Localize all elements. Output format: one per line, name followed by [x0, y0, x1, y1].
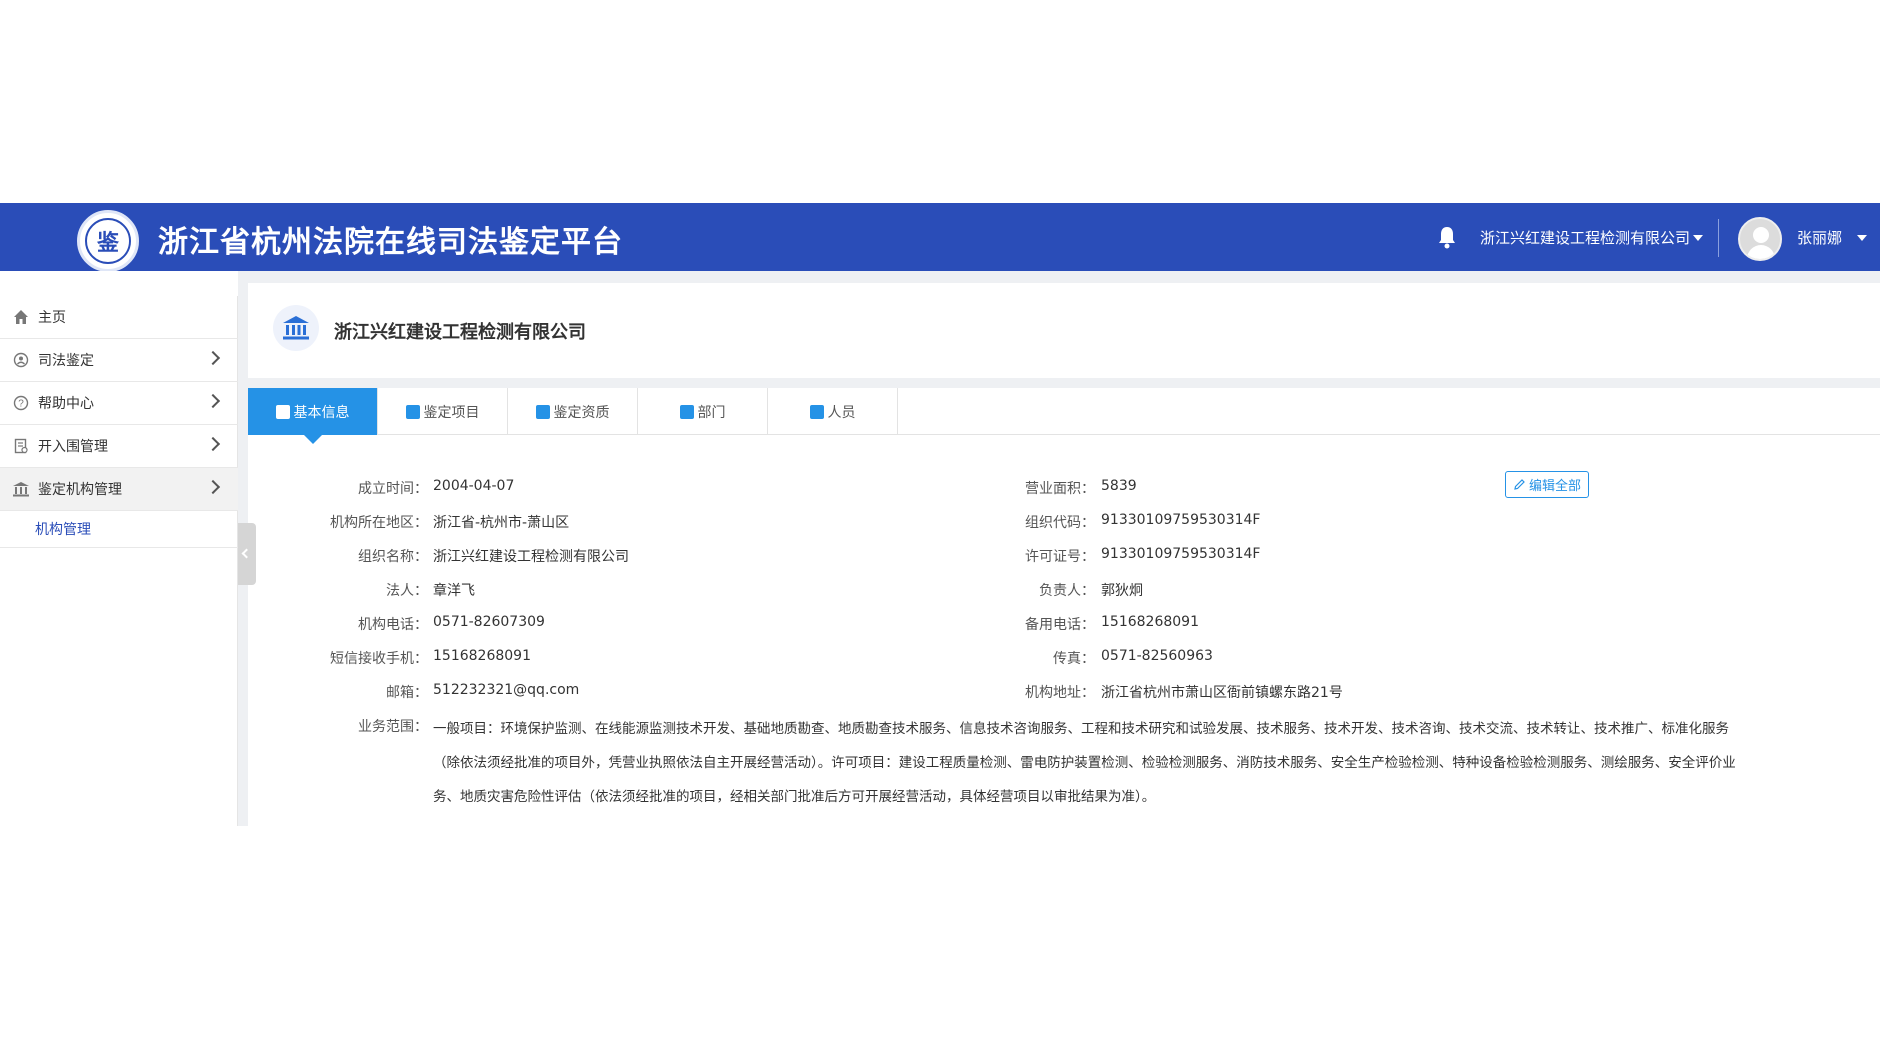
sms-label: 短信接收手机： [330, 651, 428, 667]
content-gutter-top [248, 271, 1880, 283]
region-value: 浙江省-杭州市-萧山区 [433, 515, 570, 531]
sidebar-item-label: 开入围管理 [38, 439, 108, 455]
org-name-label: 组织名称： [358, 549, 428, 565]
sidebar-item-label: 司法鉴定 [38, 353, 94, 369]
tab-departments[interactable]: 部门 [638, 388, 768, 435]
home-icon [12, 308, 30, 326]
sidebar-item-label: 主页 [38, 310, 66, 326]
site-title: 浙江省杭州法院在线司法鉴定平台 [158, 225, 623, 260]
edit-icon [1514, 479, 1525, 490]
tab-label: 鉴定项目 [423, 404, 480, 421]
sms-value: 15168268091 [433, 648, 531, 664]
tab-bar: 基本信息 鉴定项目 鉴定资质 部门 人员 [248, 388, 1880, 435]
sidebar-item-label: 帮助中心 [38, 396, 94, 412]
tab-personnel[interactable]: 人员 [768, 388, 898, 435]
section-divider [248, 378, 1880, 388]
sidebar-item-label: 鉴定机构管理 [38, 482, 122, 498]
page-title: 浙江兴红建设工程检测有限公司 [334, 322, 586, 343]
address-value: 浙江省杭州市萧山区衙前镇螺东路21号 [1101, 685, 1343, 701]
building-icon [679, 404, 694, 419]
username[interactable]: 张丽娜 [1797, 227, 1842, 248]
founded-value: 2004-04-07 [433, 478, 515, 494]
help-icon: ? [12, 394, 30, 412]
org-name-value: 浙江兴红建设工程检测有限公司 [433, 549, 629, 565]
license-value: 91330109759530314F [1101, 546, 1261, 562]
edit-all-label: 编辑全部 [1528, 479, 1581, 494]
sidebar-item-institution[interactable]: 鉴定机构管理 [0, 468, 238, 511]
sidebar-subitem-org-management[interactable]: 机构管理 [0, 512, 238, 548]
institution-icon [273, 305, 319, 351]
fax-value: 0571-82560963 [1101, 648, 1213, 664]
email-value: 512232321@qq.com [433, 682, 580, 698]
org-code-value: 91330109759530314F [1101, 512, 1261, 528]
manager-label: 负责人： [1039, 583, 1095, 599]
legal-value: 章洋飞 [433, 583, 475, 599]
chevron-right-icon [205, 479, 221, 495]
tab-appraisal-items[interactable]: 鉴定项目 [378, 388, 508, 435]
org-code-label: 组织代码： [1025, 515, 1095, 531]
chevron-down-icon[interactable] [1693, 235, 1703, 241]
sidebar-item-admission[interactable]: 开入围管理 [0, 425, 238, 468]
tab-basic-info[interactable]: 基本信息 [248, 388, 378, 435]
court-logo: 鉴 [77, 210, 139, 272]
business-label: 业务范围： [358, 719, 428, 735]
sidebar-item-judicial[interactable]: 司法鉴定 [0, 339, 238, 382]
sidebar: 主页 司法鉴定 ? 帮助中心 开入围管理 鉴定机构管理 机构管理 [0, 296, 238, 826]
certificate-icon [535, 404, 550, 419]
active-tab-pointer [304, 435, 322, 444]
document-icon [12, 437, 30, 455]
seal-icon [12, 351, 30, 369]
fax-label: 传真： [1053, 651, 1095, 667]
people-icon [809, 404, 824, 419]
chevron-right-icon [205, 436, 221, 452]
chevron-right-icon [205, 393, 221, 409]
document-icon [275, 404, 290, 419]
institution-icon [12, 480, 30, 498]
area-label: 营业面积： [1025, 481, 1095, 497]
tab-label: 人员 [827, 404, 856, 421]
tab-label: 鉴定资质 [553, 404, 610, 421]
legal-label: 法人： [386, 583, 428, 599]
phone-label: 机构电话： [358, 617, 428, 633]
list-icon [405, 404, 420, 419]
tab-label: 基本信息 [293, 404, 350, 421]
chevron-down-icon[interactable] [1857, 235, 1867, 241]
license-label: 许可证号： [1025, 549, 1095, 565]
phone-value: 0571-82607309 [433, 614, 545, 630]
tab-qualifications[interactable]: 鉴定资质 [508, 388, 638, 435]
backup-phone-label: 备用电话： [1025, 617, 1095, 633]
founded-label: 成立时间： [358, 481, 428, 497]
company-selector[interactable]: 浙江兴红建设工程检测有限公司 [1480, 227, 1690, 248]
address-label: 机构地址： [1025, 685, 1095, 701]
manager-value: 郭狄炯 [1101, 583, 1143, 599]
sidebar-item-help[interactable]: ? 帮助中心 [0, 382, 238, 425]
area-value: 5839 [1101, 478, 1137, 494]
edit-all-button[interactable]: 编辑全部 [1505, 471, 1589, 498]
backup-phone-value: 15168268091 [1101, 614, 1199, 630]
sidebar-item-home[interactable]: 主页 [0, 296, 238, 339]
avatar[interactable] [1738, 217, 1782, 261]
region-label: 机构所在地区： [330, 515, 428, 531]
top-header: 鉴 浙江省杭州法院在线司法鉴定平台 浙江兴红建设工程检测有限公司 张丽娜 [0, 203, 1880, 272]
email-label: 邮箱： [386, 685, 428, 701]
tab-label: 部门 [697, 404, 726, 421]
chevron-right-icon [205, 350, 221, 366]
header-divider [1718, 219, 1719, 257]
svg-text:?: ? [18, 399, 24, 410]
business-scope-text: 一般项目：环境保护监测、在线能源监测技术开发、基础地质勘查、地质勘查技术服务、信… [433, 721, 1736, 805]
bell-icon[interactable] [1437, 225, 1457, 249]
